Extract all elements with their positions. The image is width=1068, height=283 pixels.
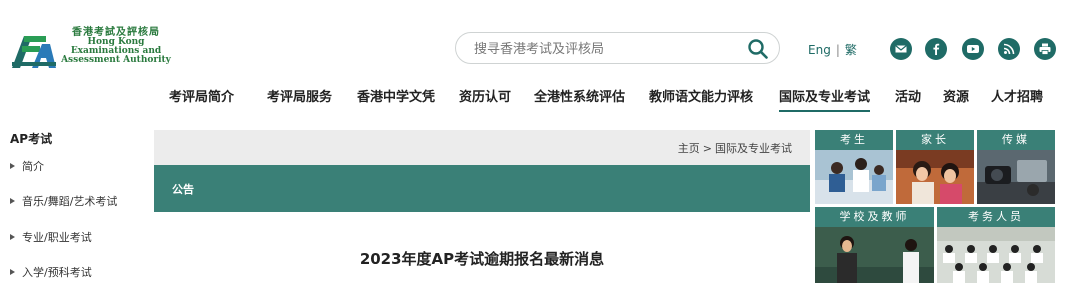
tile-label: 考务人员 [937,207,1055,227]
schools-teachers-photo [815,227,934,283]
nav-item-tsa[interactable]: 全港性系统评估 [534,86,625,110]
triangle-right-icon [10,234,15,240]
youtube-icon[interactable] [962,38,984,60]
hkeaa-logo[interactable]: 香港考試及評核局 Hong Kong Examinations and Asse… [10,28,172,70]
sidebar-item-label: 专业/职业考试 [22,231,92,244]
breadcrumb-bar: 主页 > 国际及专业考试 [154,130,810,165]
language-switcher: Eng | 繁 [808,41,857,58]
facebook-icon[interactable] [925,38,947,60]
search-input[interactable] [474,39,744,59]
lang-english-link[interactable]: Eng [808,43,831,57]
site-search [455,32,780,64]
nav-item-activities[interactable]: 活动 [895,86,921,110]
lang-separator: | [835,43,840,57]
tile-media[interactable]: 传媒 [977,130,1055,204]
media-photo [977,150,1055,204]
nav-item-lpat[interactable]: 教师语文能力评核 [649,86,753,110]
sidebar-item-music-dance-art[interactable]: 音乐/舞蹈/艺术考试 [10,193,117,209]
nav-item-international-exams[interactable]: 国际及专业考试 [779,86,871,112]
nav-item-services[interactable]: 考评局服务 [267,86,332,110]
exam-personnel-photo [937,227,1055,283]
rss-icon[interactable] [998,38,1020,60]
breadcrumb: 主页 > 国际及专业考试 [678,140,792,156]
breadcrumb-current-link[interactable]: 国际及专业考试 [715,142,792,155]
nav-item-recognition[interactable]: 资历认可 [459,86,511,110]
article-title: 2023年度AP考试逾期报名最新消息 [359,250,605,268]
tile-parents[interactable]: 家长 [896,130,974,204]
parents-photo [896,150,974,204]
hkeaa-logo-mark [12,36,56,68]
lang-traditional-link[interactable]: 繁 [845,41,857,58]
sidebar-item-label: 音乐/舞蹈/艺术考试 [22,195,118,208]
sidebar: AP考试 简介 音乐/舞蹈/艺术考试 专业/职业考试 入学/预科考试 [10,130,150,279]
logo-english-line3: Assessment Authority [61,55,171,65]
sidebar-item-label: 入学/预科考试 [22,266,92,279]
notice-header-bar: 公告 [154,165,810,212]
triangle-right-icon [10,198,15,204]
nav-item-resources[interactable]: 资源 [943,86,969,110]
tile-label: 学校及教师 [815,207,934,227]
breadcrumb-home-link[interactable]: 主页 [678,142,700,155]
sidebar-item-intro[interactable]: 简介 [10,158,44,174]
notice-label: 公告 [172,183,194,196]
tile-candidates[interactable]: 考生 [815,130,893,204]
triangle-right-icon [10,269,15,275]
nav-item-careers[interactable]: 人才招聘 [991,86,1043,110]
main-navigation: 考评局简介 考评局服务 香港中学文凭 资历认可 全港性系统评估 教师语文能力评核… [0,86,1068,112]
nav-item-about[interactable]: 考评局简介 [169,86,234,110]
triangle-right-icon [10,163,15,169]
print-icon[interactable] [1034,38,1056,60]
tile-exam-personnel[interactable]: 考务人员 [937,207,1055,283]
logo-text: 香港考試及評核局 Hong Kong Examinations and Asse… [60,28,172,65]
sidebar-item-label: 简介 [22,160,44,173]
search-icon[interactable] [747,38,769,60]
candidates-photo [815,150,893,204]
tile-label: 家长 [896,130,974,150]
tile-label: 考生 [815,130,893,150]
breadcrumb-separator: > [702,142,712,155]
sidebar-item-admission[interactable]: 入学/预科考试 [10,264,92,280]
tile-label: 传媒 [977,130,1055,150]
nav-item-hkdse[interactable]: 香港中学文凭 [357,86,435,110]
sidebar-title[interactable]: AP考试 [10,130,150,150]
email-icon[interactable] [890,38,912,60]
tile-schools-teachers[interactable]: 学校及教师 [815,207,934,283]
sidebar-item-professional[interactable]: 专业/职业考试 [10,229,92,245]
